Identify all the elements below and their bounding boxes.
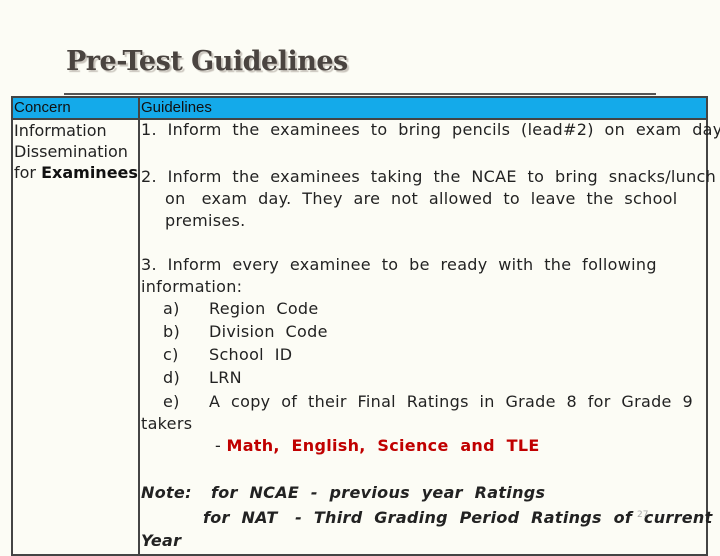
- guideline-item-3-cont: information:: [141, 277, 243, 296]
- dash: -: [215, 436, 222, 455]
- subjects-highlight: Math, English, Science and TLE: [226, 436, 540, 455]
- guideline-item-3: 3. Inform every examinee to be ready wit…: [141, 255, 657, 274]
- sub-item-marker: d): [163, 368, 180, 387]
- concern-prefix: for: [14, 163, 36, 182]
- concern-line: for Examinees: [14, 162, 138, 183]
- sub-item-cont: takers: [141, 414, 193, 433]
- table-header: Concern Guidelines: [13, 98, 706, 120]
- note-label: Note:: [141, 483, 192, 502]
- column-divider: [138, 98, 140, 554]
- concern-emphasis: Examinees: [41, 163, 138, 182]
- concern-line: Dissemination: [14, 142, 128, 161]
- note-line: Year: [141, 531, 182, 550]
- sub-item-marker: b): [163, 322, 180, 341]
- guideline-item-2-cont: on exam day. They are not allowed to lea…: [165, 189, 678, 208]
- concern-cell: Information Dissemination for Examinees: [14, 120, 138, 183]
- subjects-line: - Math, English, Science and TLE: [215, 436, 540, 455]
- sub-item-marker: e): [163, 392, 180, 411]
- sub-item-text: Division Code: [209, 322, 328, 341]
- sub-item-text: Region Code: [209, 299, 319, 318]
- header-concern: Concern: [14, 99, 71, 116]
- title-underline: [64, 93, 656, 95]
- sub-item-text: LRN: [209, 368, 242, 387]
- sub-item-text: School ID: [209, 345, 293, 364]
- sub-item-marker: c): [163, 345, 179, 364]
- slide-title: Pre-Test Guidelines: [66, 46, 348, 77]
- guideline-item-2-cont: premises.: [165, 211, 246, 230]
- guideline-item-2: 2. Inform the examinees taking the NCAE …: [141, 167, 717, 186]
- sub-item-text: A copy of their Final Ratings in Grade 8…: [209, 392, 693, 411]
- note-line: for NCAE - previous year Ratings: [211, 483, 546, 502]
- concern-line: Information: [14, 121, 107, 140]
- guidelines-table: Concern Guidelines Information Dissemina…: [11, 96, 720, 556]
- sub-item-marker: a): [163, 299, 180, 318]
- slide-number: 27: [637, 510, 649, 520]
- header-guidelines: Guidelines: [141, 99, 212, 116]
- guideline-item-1: 1. Inform the examinees to bring pencils…: [141, 120, 720, 139]
